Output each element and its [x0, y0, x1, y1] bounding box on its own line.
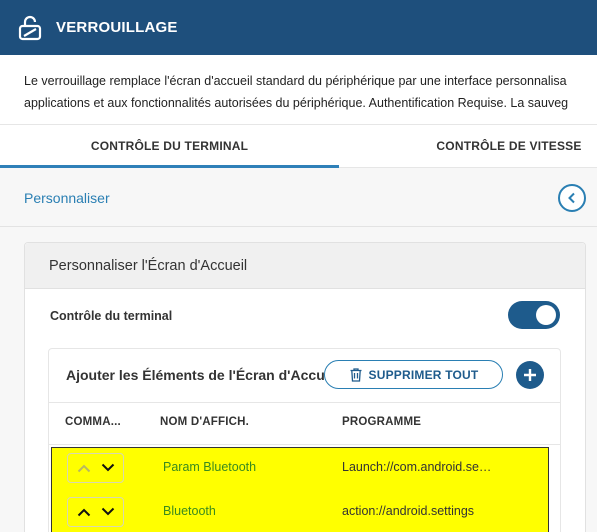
description-line-1: Le verrouillage remplace l'écran d'accue…: [24, 74, 567, 88]
panel-title: Personnaliser l'Écran d'Accueil: [49, 258, 248, 274]
move-up-button[interactable]: [74, 458, 94, 478]
add-item-button[interactable]: [516, 361, 544, 389]
display-name-cell: Bluetooth: [163, 504, 216, 518]
app-header: VERROUILLAGE: [0, 0, 597, 55]
unlock-icon: [18, 15, 42, 40]
terminal-control-label: Contrôle du terminal: [50, 309, 173, 323]
tab-terminal-control[interactable]: CONTRÔLE DU TERMINAL: [0, 125, 339, 167]
page-title: VERROUILLAGE: [56, 19, 178, 36]
chevron-down-icon: [101, 463, 114, 472]
plus-icon: [524, 369, 536, 381]
table-header-bottom-border: [49, 444, 560, 445]
divider: [0, 226, 597, 227]
tab-speed-control[interactable]: CONTRÔLE DE VITESSE: [339, 125, 597, 167]
column-header-command[interactable]: COMMA...: [65, 416, 121, 428]
delete-all-label: SUPPRIMER TOUT: [368, 367, 479, 382]
description-line-2: applications et aux fonctionnalités auto…: [24, 96, 569, 110]
chevron-left-icon: [568, 192, 575, 204]
card-title: Ajouter les Éléments de l'Écran d'Accuei…: [66, 367, 324, 383]
display-name-cell: Param Bluetooth: [163, 460, 257, 474]
panel-header: Personnaliser l'Écran d'Accueil: [25, 243, 585, 289]
table-row: Bluetooth action://android.settings: [0, 491, 597, 531]
move-down-button[interactable]: [98, 502, 118, 522]
program-cell: action://android.settings: [342, 504, 475, 518]
table-row: Param Bluetooth Launch://com.android.set…: [0, 447, 597, 487]
back-button[interactable]: [558, 184, 586, 212]
description: Le verrouillage remplace l'écran d'accue…: [24, 70, 597, 114]
program-cell: Launch://com.android.settings: [342, 460, 492, 474]
tab-bar: CONTRÔLE DU TERMINAL CONTRÔLE DE VITESSE: [0, 124, 597, 168]
column-header-program[interactable]: PROGRAMME: [342, 416, 421, 428]
column-header-display-name[interactable]: NOM D'AFFICH.: [160, 416, 249, 428]
terminal-control-toggle[interactable]: [508, 301, 560, 329]
move-down-button[interactable]: [98, 458, 118, 478]
chevron-down-icon: [101, 507, 114, 516]
chevron-up-icon: [77, 508, 90, 517]
delete-all-button[interactable]: SUPPRIMER TOUT: [324, 360, 503, 389]
chevron-up-icon: [77, 464, 90, 473]
move-up-button[interactable]: [74, 502, 94, 522]
reorder-controls: [67, 497, 124, 527]
breadcrumb[interactable]: Personnaliser: [24, 190, 110, 206]
reorder-controls: [67, 453, 124, 483]
table-header-top-border: [49, 402, 560, 403]
toggle-knob: [536, 305, 556, 325]
trash-icon: [350, 368, 362, 382]
